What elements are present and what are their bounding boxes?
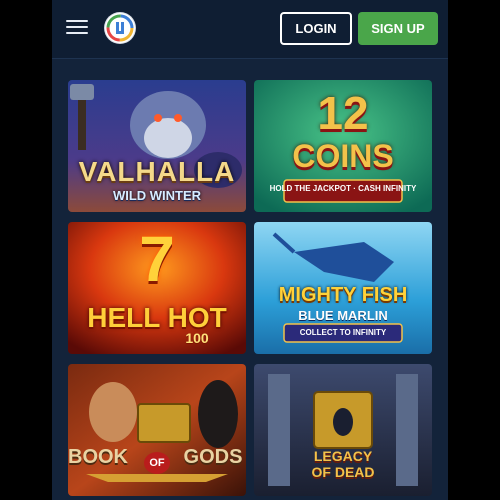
valhalla-subtitle: WILD WINTER [112,188,202,203]
valhalla-title: VALHALLA [78,156,236,187]
book-of-gods-gods: GODS [183,446,243,468]
brand-logo-icon [106,14,134,42]
game-tile-book-of-gods[interactable]: BOOK OF GODS [68,364,246,496]
login-button[interactable]: LOGIN [280,12,352,45]
hell-hot-100: 100 [185,330,209,346]
mighty-fish-title: MIGHTY FISH [278,284,408,306]
legacy-of-dead-subtitle: OF DEAD [311,464,375,480]
book-of-gods-of: OF [144,452,170,474]
game-tile-hell-hot-100[interactable]: 7 HELL HOT 100 [68,222,246,354]
12-coins-tagline: HOLD THE JACKPOT · CASH INFINITY [269,184,417,193]
game-tile-mighty-fish[interactable]: MIGHTY FISH BLUE MARLIN COLLECT TO INFIN… [254,222,432,354]
signup-button[interactable]: SIGN UP [358,12,438,45]
legacy-of-dead-title: LEGACY [313,448,373,464]
mighty-fish-tagline: COLLECT TO INFINITY [299,328,387,337]
game-tile-12-coins[interactable]: 12 COINS HOLD THE JACKPOT · CASH INFINIT… [254,80,432,212]
12-coins-number: 12 [317,87,369,139]
brand-logo[interactable] [105,13,135,43]
book-of-gods-artwork [68,364,246,496]
hell-hot-seven: 7 [139,223,175,295]
game-tile-valhalla[interactable]: VALHALLA WILD WINTER [68,80,246,212]
hamburger-menu-icon[interactable] [66,20,88,34]
mighty-fish-subtitle: BLUE MARLIN [298,308,388,323]
12-coins-title: COINS [292,138,394,174]
book-of-gods-title: BOOK [68,446,128,468]
game-tile-legacy-of-dead[interactable]: LEGACY OF DEAD [254,364,432,496]
casino-app: LOGIN SIGN UP VALHALLA WILD WINTER 12 CO… [52,0,448,500]
top-header: LOGIN SIGN UP [52,0,448,59]
